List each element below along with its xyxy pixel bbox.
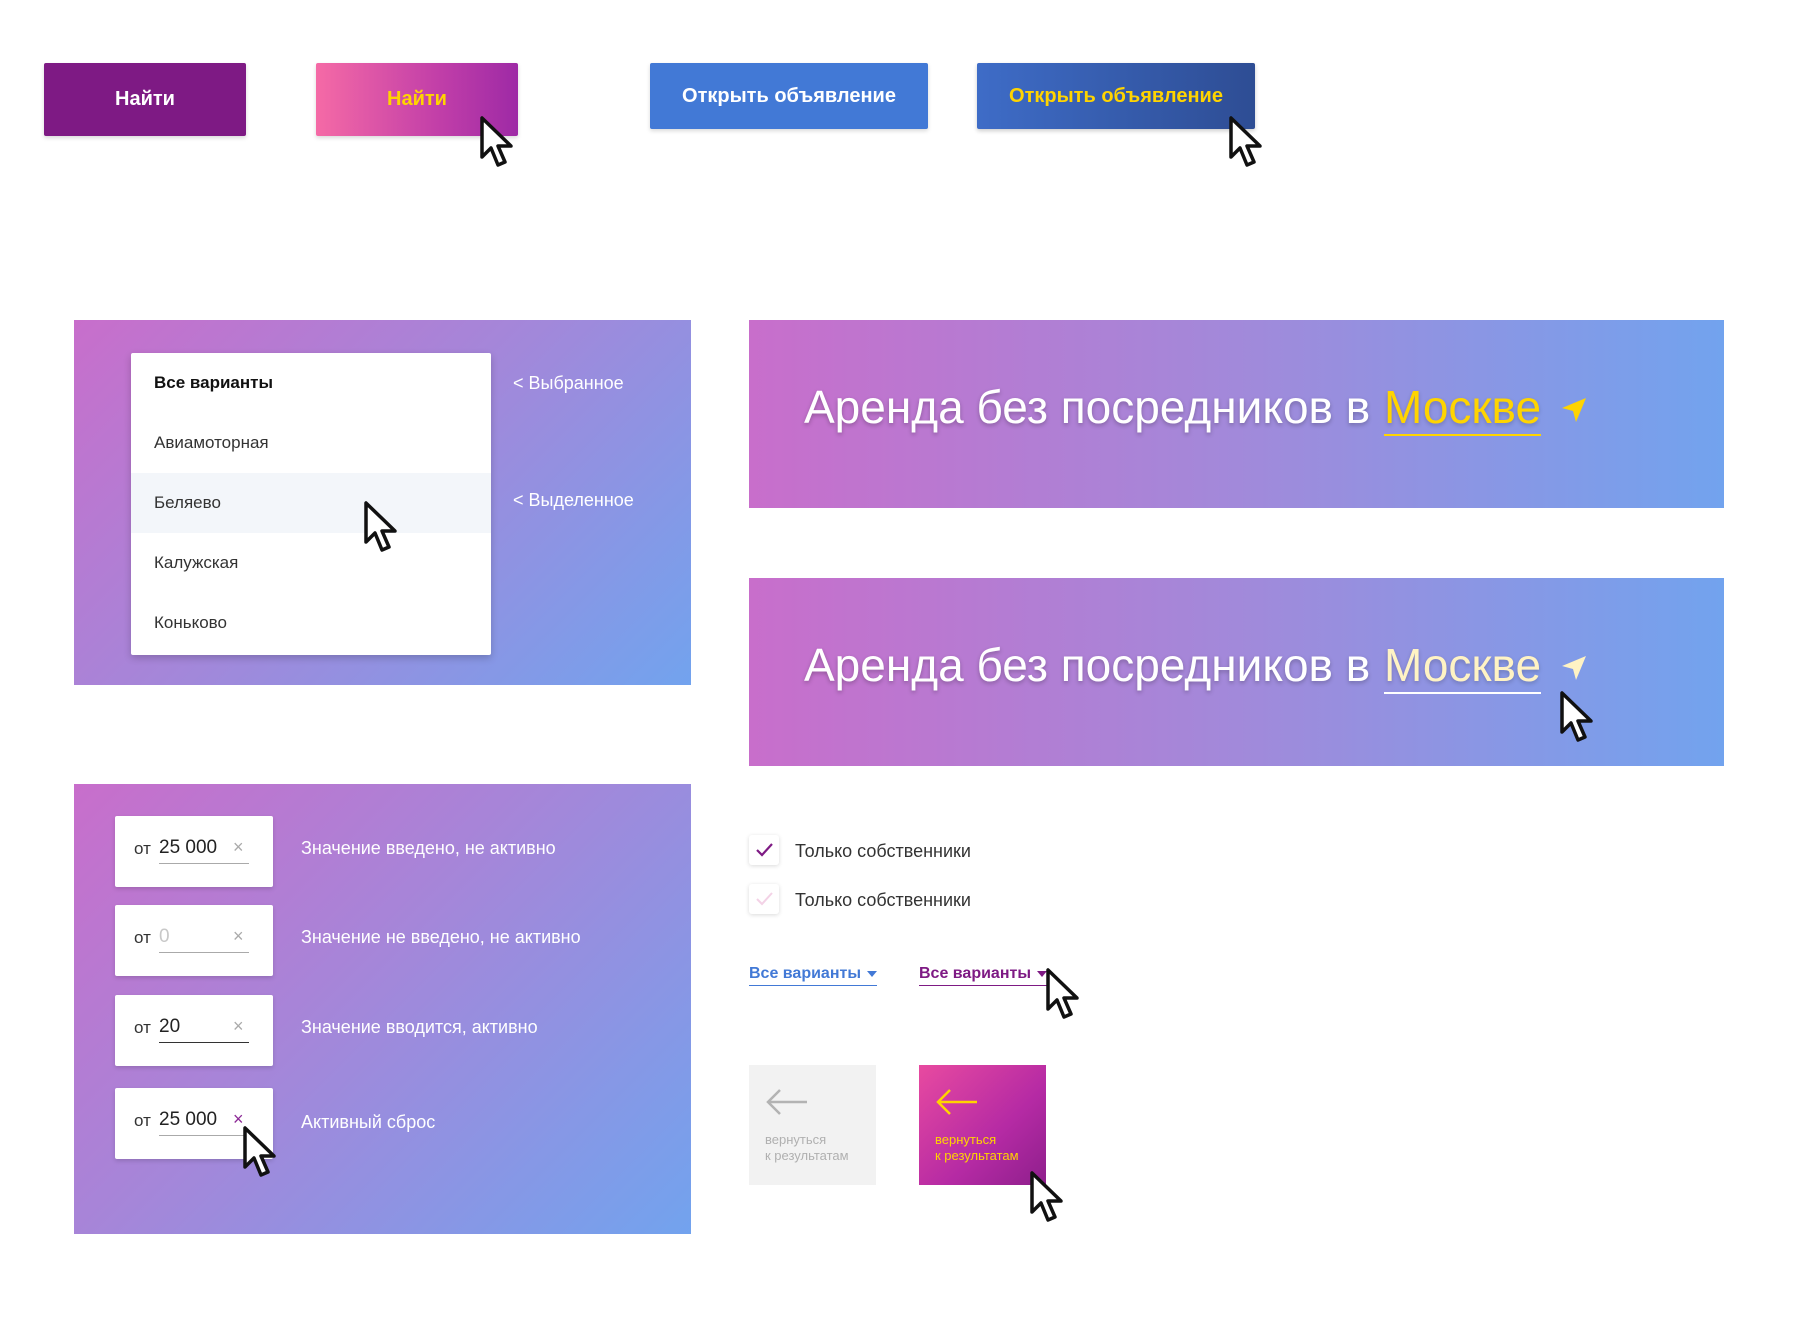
price-from-field-active[interactable]: от 20 × bbox=[115, 995, 273, 1066]
metro-dropdown[interactable]: Все варианты Авиамоторная Беляево Калужс… bbox=[131, 353, 491, 655]
checkbox-label: Только собственники bbox=[795, 890, 971, 910]
banner-title: Аренда без посредников в bbox=[804, 381, 1371, 433]
dropdown-item-all[interactable]: Все варианты bbox=[131, 353, 491, 413]
dropdown-item[interactable]: Коньково bbox=[131, 593, 491, 653]
select-label: Все варианты bbox=[749, 965, 861, 982]
field-state-label: Активный сброс bbox=[301, 1112, 436, 1132]
dropdown-item[interactable]: Авиамоторная bbox=[131, 413, 491, 473]
price-from-field[interactable]: от 25 000 × bbox=[115, 816, 273, 887]
arrow-left-icon bbox=[936, 1089, 977, 1115]
city-underline bbox=[1384, 434, 1541, 436]
mouse-cursor-icon bbox=[1044, 967, 1084, 1023]
open-listing-button-hover[interactable]: Открыть объявление bbox=[977, 63, 1255, 129]
clear-icon-active[interactable]: × bbox=[233, 1109, 244, 1130]
field-value[interactable]: 20 bbox=[159, 1016, 180, 1038]
field-prefix: от bbox=[134, 1111, 151, 1130]
find-button-hover[interactable]: Найти bbox=[316, 63, 518, 136]
location-arrow-icon[interactable] bbox=[1559, 653, 1589, 683]
dropdown-item[interactable]: Калужская bbox=[131, 533, 491, 593]
find-button[interactable]: Найти bbox=[44, 63, 246, 136]
clear-icon[interactable]: × bbox=[233, 926, 244, 947]
field-value[interactable]: 25 000 bbox=[159, 1109, 217, 1131]
checkbox-label: Только собственники bbox=[795, 841, 971, 861]
field-placeholder[interactable]: 0 bbox=[159, 926, 170, 948]
owners-only-checkbox[interactable] bbox=[749, 835, 779, 865]
checkmark-icon bbox=[756, 892, 773, 906]
city-link-hover[interactable]: Москве bbox=[1384, 638, 1541, 692]
field-underline bbox=[159, 952, 249, 953]
clear-icon[interactable]: × bbox=[233, 837, 244, 858]
field-state-label: Значение введено, не активно bbox=[301, 838, 556, 858]
all-options-select-hover[interactable]: Все варианты bbox=[919, 965, 1047, 986]
field-prefix: от bbox=[134, 928, 151, 947]
banner-title: Аренда без посредников в bbox=[804, 639, 1371, 691]
field-prefix: от bbox=[134, 1018, 151, 1037]
back-to-results-button-hover[interactable]: вернуться к результатам bbox=[919, 1065, 1046, 1185]
city-link[interactable]: Москве bbox=[1384, 380, 1541, 434]
note-highlighted: < Выделенное bbox=[513, 490, 634, 510]
open-listing-button[interactable]: Открыть объявление bbox=[650, 63, 928, 129]
back-label: вернуться к результатам bbox=[765, 1132, 849, 1163]
field-state-label: Значение вводится, активно bbox=[301, 1017, 538, 1037]
note-selected: < Выбранное bbox=[513, 373, 624, 393]
clear-icon[interactable]: × bbox=[233, 1016, 244, 1037]
field-state-label: Значение не введено, не активно bbox=[301, 927, 581, 947]
city-underline bbox=[1384, 692, 1541, 694]
back-to-results-button[interactable]: вернуться к результатам bbox=[749, 1065, 876, 1185]
price-from-field-reset[interactable]: от 25 000 × bbox=[115, 1088, 273, 1159]
all-options-select[interactable]: Все варианты bbox=[749, 965, 877, 986]
heading-banner-hover: Аренда без посредников в Москве bbox=[749, 578, 1724, 766]
location-arrow-icon[interactable] bbox=[1559, 395, 1589, 425]
field-value[interactable]: 25 000 bbox=[159, 837, 217, 859]
field-prefix: от bbox=[134, 839, 151, 858]
field-underline bbox=[159, 1135, 249, 1136]
back-label: вернуться к результатам bbox=[935, 1132, 1019, 1163]
heading-banner: Аренда без посредников в Москве bbox=[749, 320, 1724, 508]
owners-only-checkbox[interactable] bbox=[749, 884, 779, 914]
dropdown-item-highlighted[interactable]: Беляево bbox=[131, 473, 491, 533]
field-underline bbox=[159, 863, 249, 864]
arrow-left-icon bbox=[766, 1089, 807, 1115]
chevron-down-icon bbox=[1037, 970, 1047, 977]
chevron-down-icon bbox=[867, 970, 877, 977]
field-underline bbox=[159, 1042, 249, 1043]
checkmark-icon bbox=[756, 843, 773, 857]
price-from-field[interactable]: от 0 × bbox=[115, 905, 273, 976]
select-label: Все варианты bbox=[919, 965, 1031, 982]
